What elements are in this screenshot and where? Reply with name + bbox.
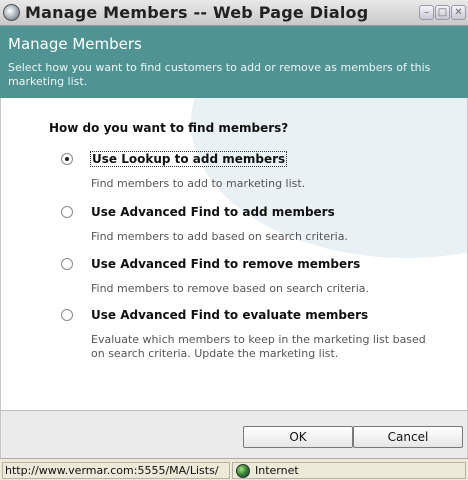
question-heading: How do you want to find members?	[49, 121, 289, 135]
dialog-content: How do you want to find members? Use Loo…	[0, 98, 468, 410]
option-label[interactable]: Use Advanced Find to evaluate members	[91, 308, 368, 322]
dialog-footer: OK Cancel	[0, 410, 468, 458]
minimize-button[interactable]: –	[419, 5, 434, 20]
option-description: Find members to remove based on search c…	[91, 282, 369, 295]
globe-icon	[236, 464, 250, 478]
status-url: http://www.vermar.com:5555/MA/Lists/	[2, 462, 230, 479]
radio-advanced-evaluate[interactable]	[61, 309, 73, 321]
dialog-description: Select how you want to find customers to…	[8, 61, 431, 88]
title-bar: Manage Members -- Web Page Dialog – □ ✕	[0, 0, 468, 26]
ok-button[interactable]: OK	[243, 426, 353, 448]
option-label[interactable]: Use Advanced Find to add members	[91, 205, 335, 219]
dialog-heading: Manage Members	[8, 35, 142, 53]
option-description: Evaluate which members to keep in the ma…	[91, 333, 426, 360]
option-label[interactable]: Use Advanced Find to remove members	[91, 257, 360, 271]
radio-lookup-add[interactable]	[61, 153, 73, 165]
status-bar: http://www.vermar.com:5555/MA/Lists/ Int…	[0, 458, 468, 480]
close-button[interactable]: ✕	[451, 5, 466, 20]
cancel-button[interactable]: Cancel	[353, 426, 463, 448]
option-description: Find members to add based on search crit…	[91, 230, 348, 243]
dialog-header: Manage Members Select how you want to fi…	[0, 26, 468, 98]
option-label[interactable]: Use Lookup to add members	[90, 151, 288, 167]
maximize-button[interactable]: □	[435, 5, 450, 20]
ie-window-icon	[3, 4, 20, 21]
option-description: Find members to add to marketing list.	[91, 177, 306, 190]
zone-label: Internet	[255, 464, 299, 477]
radio-advanced-remove[interactable]	[61, 258, 73, 270]
security-zone: Internet	[232, 462, 466, 479]
window-title: Manage Members -- Web Page Dialog	[25, 3, 369, 22]
radio-advanced-add[interactable]	[61, 206, 73, 218]
